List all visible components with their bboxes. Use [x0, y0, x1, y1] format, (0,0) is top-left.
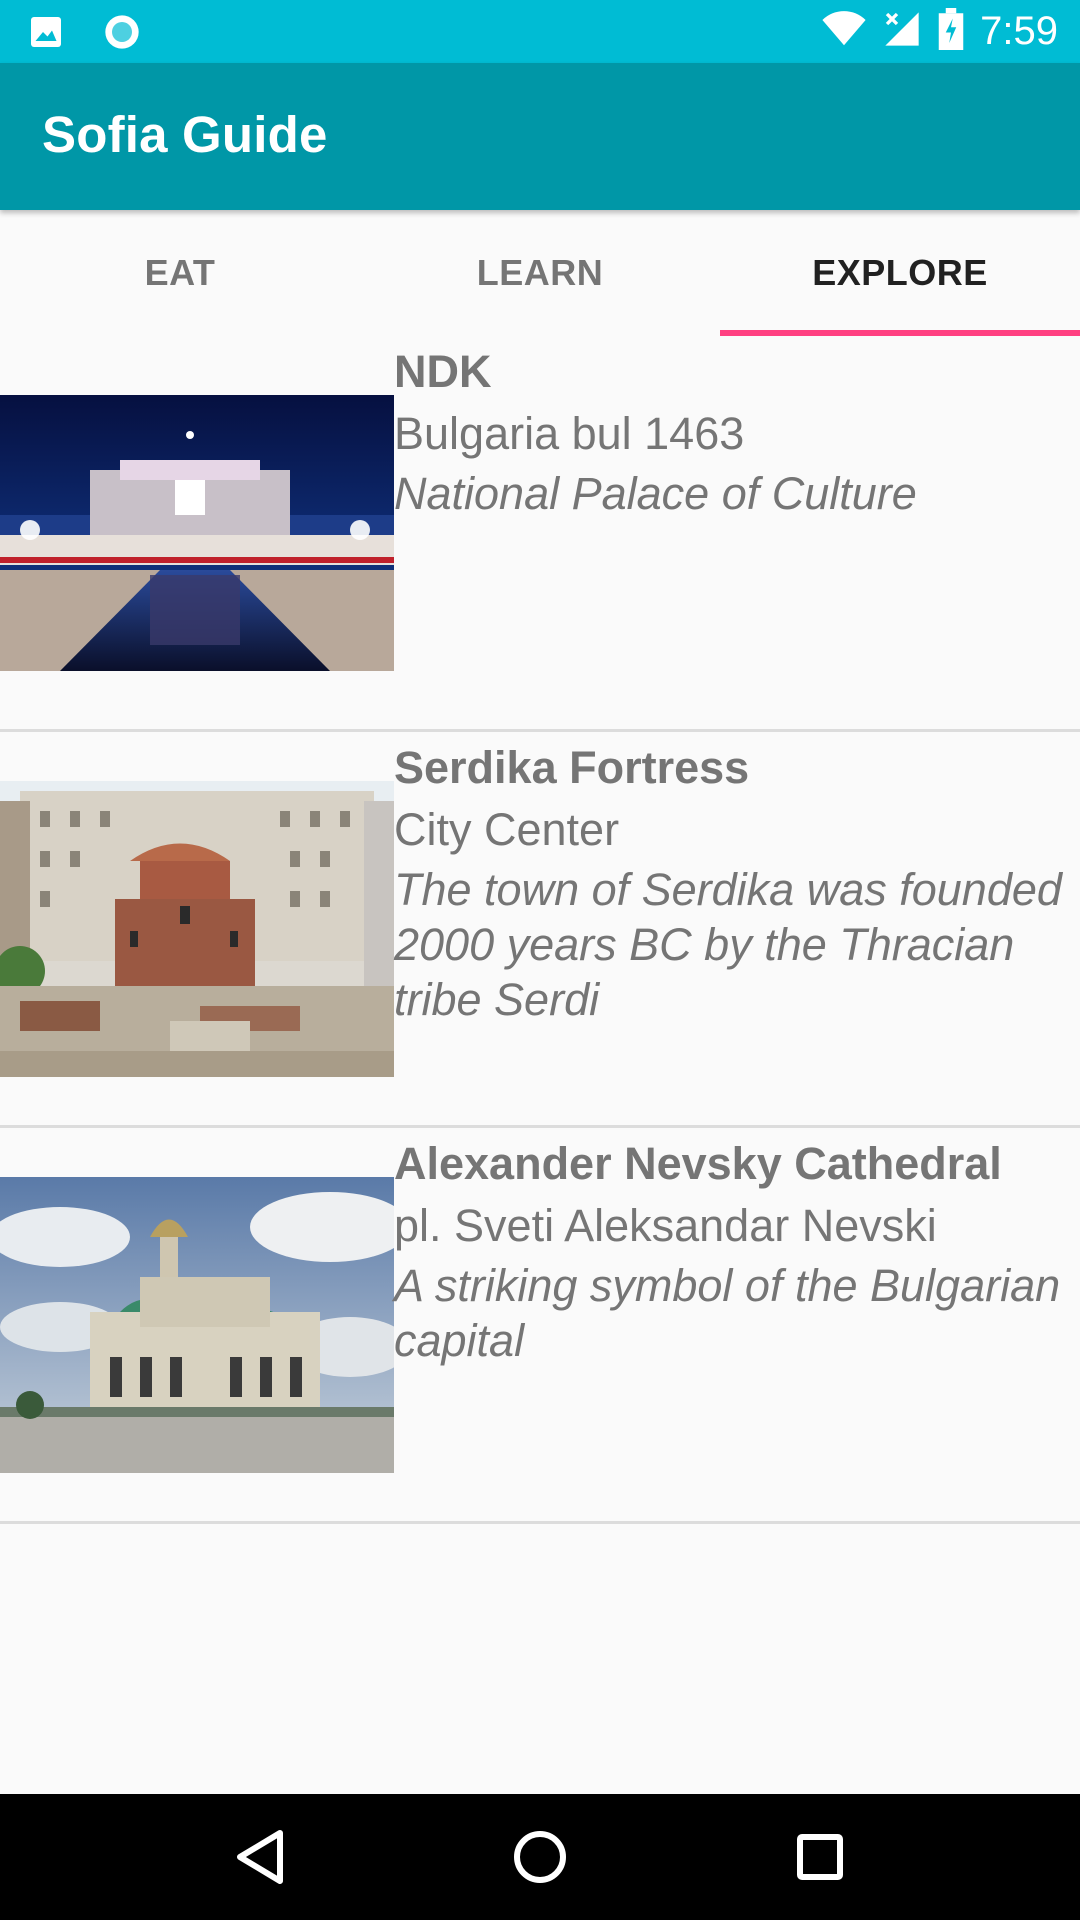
- list-item[interactable]: Alexander Nevsky Cathedral pl. Sveti Ale…: [0, 1128, 1080, 1524]
- signal-icon: [882, 9, 922, 54]
- status-left-icons: [28, 12, 142, 57]
- navigation-bar: [0, 1794, 1080, 1920]
- item-text: NDK Bulgaria bul 1463 National Palace of…: [394, 342, 1076, 521]
- places-list: NDK Bulgaria bul 1463 National Palace of…: [0, 336, 1080, 1524]
- tab-label: EXPLORE: [812, 252, 988, 293]
- serdika-photo: [0, 781, 394, 1077]
- place-description: The town of Serdika was founded 2000 yea…: [394, 864, 1062, 1025]
- wifi-icon: [822, 11, 866, 52]
- place-address: pl. Sveti Aleksandar Nevski: [394, 1200, 937, 1251]
- app-title: Sofia Guide: [42, 106, 328, 163]
- tab-bar: EAT LEARN EXPLORE: [0, 210, 1080, 336]
- place-name: Alexander Nevsky Cathedral: [394, 1138, 1002, 1189]
- place-description: National Palace of Culture: [394, 468, 917, 519]
- tab-label: EAT: [144, 252, 216, 293]
- screen: 7:59 Sofia Guide EAT LEARN EXPLORE NDK B…: [0, 0, 1080, 1920]
- status-time: 7:59: [980, 9, 1058, 53]
- status-bar: 7:59: [0, 0, 1080, 63]
- status-right-icons: 7:59: [822, 0, 1058, 63]
- place-name: NDK: [394, 346, 492, 397]
- list-item[interactable]: NDK Bulgaria bul 1463 National Palace of…: [0, 336, 1080, 732]
- image-icon: [28, 14, 64, 55]
- tab-explore[interactable]: EXPLORE: [720, 210, 1080, 336]
- cathedral-photo: [0, 1177, 394, 1473]
- recents-icon[interactable]: [780, 1817, 860, 1897]
- place-name: Serdika Fortress: [394, 742, 750, 793]
- sync-icon: [102, 12, 142, 57]
- place-description: A striking symbol of the Bulgarian capit…: [394, 1260, 1061, 1366]
- list-item[interactable]: Serdika Fortress City Center The town of…: [0, 732, 1080, 1128]
- item-text: Alexander Nevsky Cathedral pl. Sveti Ale…: [394, 1134, 1076, 1368]
- ndk-photo: [0, 395, 394, 671]
- item-text: Serdika Fortress City Center The town of…: [394, 738, 1076, 1027]
- tab-eat[interactable]: EAT: [0, 210, 360, 336]
- place-address: City Center: [394, 804, 620, 855]
- home-icon[interactable]: [500, 1817, 580, 1897]
- battery-charging-icon: [938, 8, 964, 55]
- app-bar: Sofia Guide: [0, 63, 1080, 210]
- place-address: Bulgaria bul 1463: [394, 408, 745, 459]
- back-icon[interactable]: [220, 1817, 300, 1897]
- tab-learn[interactable]: LEARN: [360, 210, 720, 336]
- tab-label: LEARN: [476, 252, 604, 293]
